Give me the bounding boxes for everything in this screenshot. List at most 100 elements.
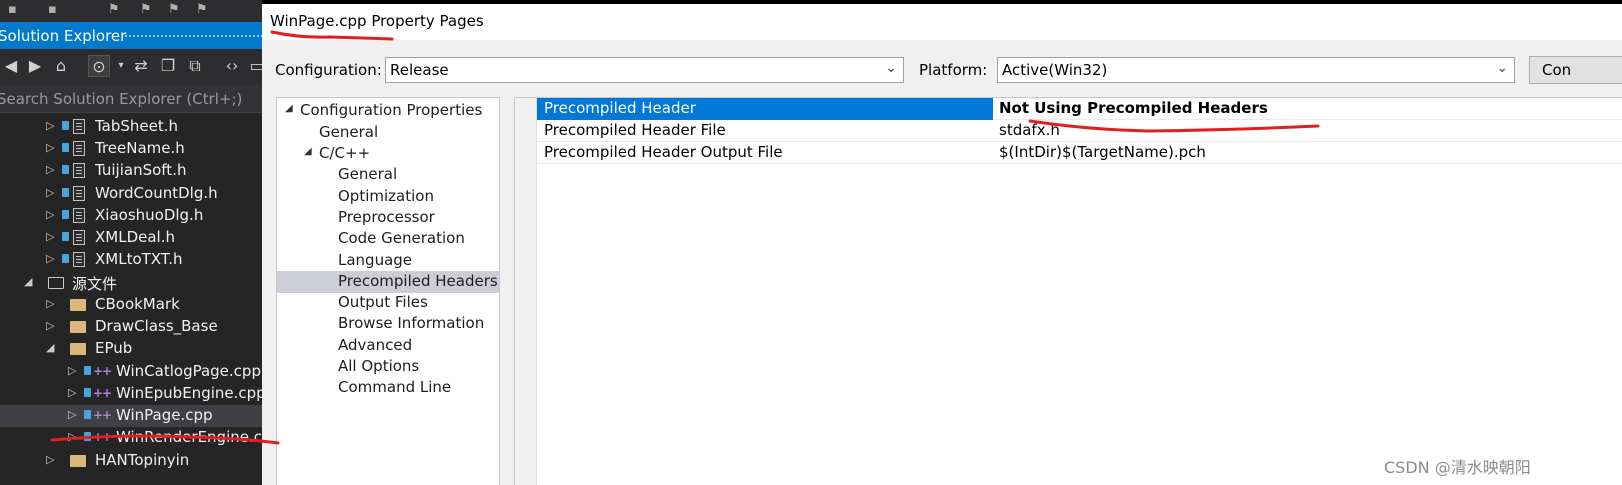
tree-item-header-file[interactable]: ▷ XiaoshuoDlg.h: [0, 205, 270, 227]
tree-item-header-file[interactable]: ▷ TabSheet.h: [0, 116, 270, 138]
toolbar-icon[interactable]: ▪: [48, 2, 57, 17]
tree-item-folder[interactable]: ▷ DrawClass_Base: [0, 316, 270, 338]
expand-arrow-icon[interactable]: ▷: [68, 430, 76, 443]
property-name-cell[interactable]: Precompiled Header: [537, 98, 993, 120]
bookmark-icon[interactable]: ⚑: [196, 2, 208, 17]
tree-item-header-file[interactable]: ▷ WordCountDlg.h: [0, 183, 270, 205]
nav-item-configuration-properties[interactable]: ◢ Configuration Properties: [277, 100, 499, 122]
show-all-files-icon[interactable]: ⧉: [184, 55, 206, 77]
property-value[interactable]: $(IntDir)$(TargetName).pch: [999, 143, 1206, 161]
expand-arrow-icon[interactable]: ▷: [46, 230, 54, 243]
header-file-icon: [73, 163, 85, 178]
nav-item-cpp-general[interactable]: General: [277, 164, 499, 186]
view-code-icon[interactable]: ‹›: [221, 55, 243, 77]
tree-item-label: TreeName.h: [95, 139, 185, 157]
nav-item-optimization[interactable]: Optimization: [277, 186, 499, 208]
forward-icon[interactable]: ▶: [24, 55, 46, 77]
collapse-arrow-icon[interactable]: ◢: [24, 275, 32, 288]
bookmark-icon[interactable]: ⚑: [108, 2, 120, 17]
expand-arrow-icon[interactable]: ▷: [46, 297, 54, 310]
bookmark-icon[interactable]: ⚑: [140, 2, 152, 17]
collapse-arrow-icon[interactable]: ◢: [304, 146, 312, 157]
nav-item-general[interactable]: General: [277, 122, 499, 144]
nav-item-label: Optimization: [338, 187, 434, 205]
tree-item-header-file[interactable]: ▷ TreeName.h: [0, 138, 270, 160]
lock-icon: [62, 165, 69, 174]
nav-item-preprocessor[interactable]: Preprocessor: [277, 207, 499, 229]
property-name: Precompiled Header: [544, 99, 696, 117]
configuration-manager-button[interactable]: Con: [1529, 56, 1622, 84]
property-value[interactable]: stdafx.h: [999, 121, 1060, 139]
tree-item-header-file[interactable]: ▷ TuijianSoft.h: [0, 160, 270, 182]
tree-item-header-file[interactable]: ▷ XMLDeal.h: [0, 227, 270, 249]
tree-item-cpp-file[interactable]: ▷ ++ WinCatlogPage.cpp: [0, 361, 270, 383]
nav-item-browse-information[interactable]: Browse Information: [277, 313, 499, 335]
collapse-arrow-icon[interactable]: ◢: [285, 103, 293, 114]
nav-item-label: C/C++: [319, 144, 371, 162]
chevron-down-icon: ⌄: [1496, 60, 1508, 76]
tree-item-cpp-file-selected[interactable]: ▷ ++ WinPage.cpp: [0, 405, 270, 427]
expand-arrow-icon[interactable]: ▷: [46, 252, 54, 265]
pending-changes-filter-icon[interactable]: ⊙: [88, 55, 110, 77]
tree-item-cpp-file[interactable]: ▷ ++ WinEpubEngine.cpp: [0, 383, 270, 405]
property-value[interactable]: Not Using Precompiled Headers: [999, 99, 1268, 117]
collapse-arrow-icon[interactable]: ◢: [46, 341, 54, 354]
expand-arrow-icon[interactable]: ▷: [68, 386, 76, 399]
expand-arrow-icon[interactable]: ▷: [46, 453, 54, 466]
property-name: Precompiled Header File: [544, 121, 726, 139]
tree-item-folder[interactable]: ▷ HANTopinyin: [0, 450, 270, 472]
expand-arrow-icon[interactable]: ▷: [46, 141, 54, 154]
drag-grip[interactable]: [124, 34, 264, 39]
lock-icon: [84, 366, 91, 375]
button-label: Con: [1542, 61, 1572, 79]
toolbar-icon[interactable]: ▪: [8, 2, 17, 17]
expand-arrow-icon[interactable]: ▷: [68, 408, 76, 421]
nav-item-cpp[interactable]: ◢ C/C++: [277, 143, 499, 165]
nav-item-precompiled-headers[interactable]: Precompiled Headers: [277, 271, 499, 293]
expand-arrow-icon[interactable]: ▷: [46, 119, 54, 132]
tree-item-folder[interactable]: ◢ EPub: [0, 338, 270, 360]
nav-item-command-line[interactable]: Command Line: [277, 377, 499, 399]
tree-item-label: EPub: [95, 339, 133, 357]
expand-arrow-icon[interactable]: ▷: [46, 163, 54, 176]
solution-explorer-titlebar[interactable]: Solution Explorer: [0, 22, 270, 49]
platform-dropdown[interactable]: Active(Win32) ⌄: [997, 57, 1515, 83]
property-category-tree: ◢ Configuration Properties General ◢ C/C…: [276, 97, 500, 485]
expand-arrow-icon[interactable]: ▷: [46, 186, 54, 199]
tree-item-header-file[interactable]: ▷ XMLtoTXT.h: [0, 249, 270, 271]
nav-item-label: All Options: [338, 357, 420, 375]
tree-item-label: WinRenderEngine.cp: [116, 428, 270, 446]
property-row-precompiled-header[interactable]: Precompiled Header Not Using Precompiled…: [537, 98, 1622, 120]
nav-item-label: General: [338, 165, 398, 183]
collapse-all-icon[interactable]: ❐: [157, 55, 179, 77]
nav-item-label: Preprocessor: [338, 208, 435, 226]
grid-gutter: [515, 98, 537, 485]
tree-item-label: WinEpubEngine.cpp: [116, 384, 266, 402]
back-icon[interactable]: ◀: [0, 55, 22, 77]
property-name-cell[interactable]: Precompiled Header File: [537, 120, 993, 142]
expand-arrow-icon[interactable]: ▷: [68, 364, 76, 377]
tree-item-cpp-file[interactable]: ▷ ++ WinRenderEngine.cp: [0, 427, 270, 449]
nav-item-language[interactable]: Language: [277, 250, 499, 272]
tree-item-label: WinPage.cpp: [116, 406, 213, 424]
tree-item-source-filter[interactable]: ◢ 源文件: [0, 272, 270, 294]
property-name-cell[interactable]: Precompiled Header Output File: [537, 142, 993, 164]
nav-item-advanced[interactable]: Advanced: [277, 335, 499, 357]
chevron-down-icon[interactable]: ▾: [110, 55, 132, 77]
nav-item-code-generation[interactable]: Code Generation: [277, 228, 499, 250]
property-row-precompiled-header-file[interactable]: Precompiled Header File stdafx.h: [537, 120, 1622, 142]
lock-icon: [62, 188, 69, 197]
dialog-titlebar[interactable]: WinPage.cpp Property Pages: [262, 4, 1622, 40]
home-icon[interactable]: ⌂: [50, 55, 72, 77]
tree-item-folder[interactable]: ▷ CBookMark: [0, 294, 270, 316]
nav-item-output-files[interactable]: Output Files: [277, 292, 499, 314]
property-row-precompiled-header-output-file[interactable]: Precompiled Header Output File $(IntDir)…: [537, 142, 1622, 164]
nav-item-all-options[interactable]: All Options: [277, 356, 499, 378]
expand-arrow-icon[interactable]: ▷: [46, 208, 54, 221]
sync-icon[interactable]: ⇄: [130, 55, 152, 77]
search-box[interactable]: Search Solution Explorer (Ctrl+;): [0, 85, 270, 113]
bookmark-icon[interactable]: ⚑: [168, 2, 180, 17]
expand-arrow-icon[interactable]: ▷: [46, 319, 54, 332]
configuration-dropdown[interactable]: Release ⌄: [385, 57, 904, 83]
chevron-down-icon: ⌄: [885, 60, 897, 76]
